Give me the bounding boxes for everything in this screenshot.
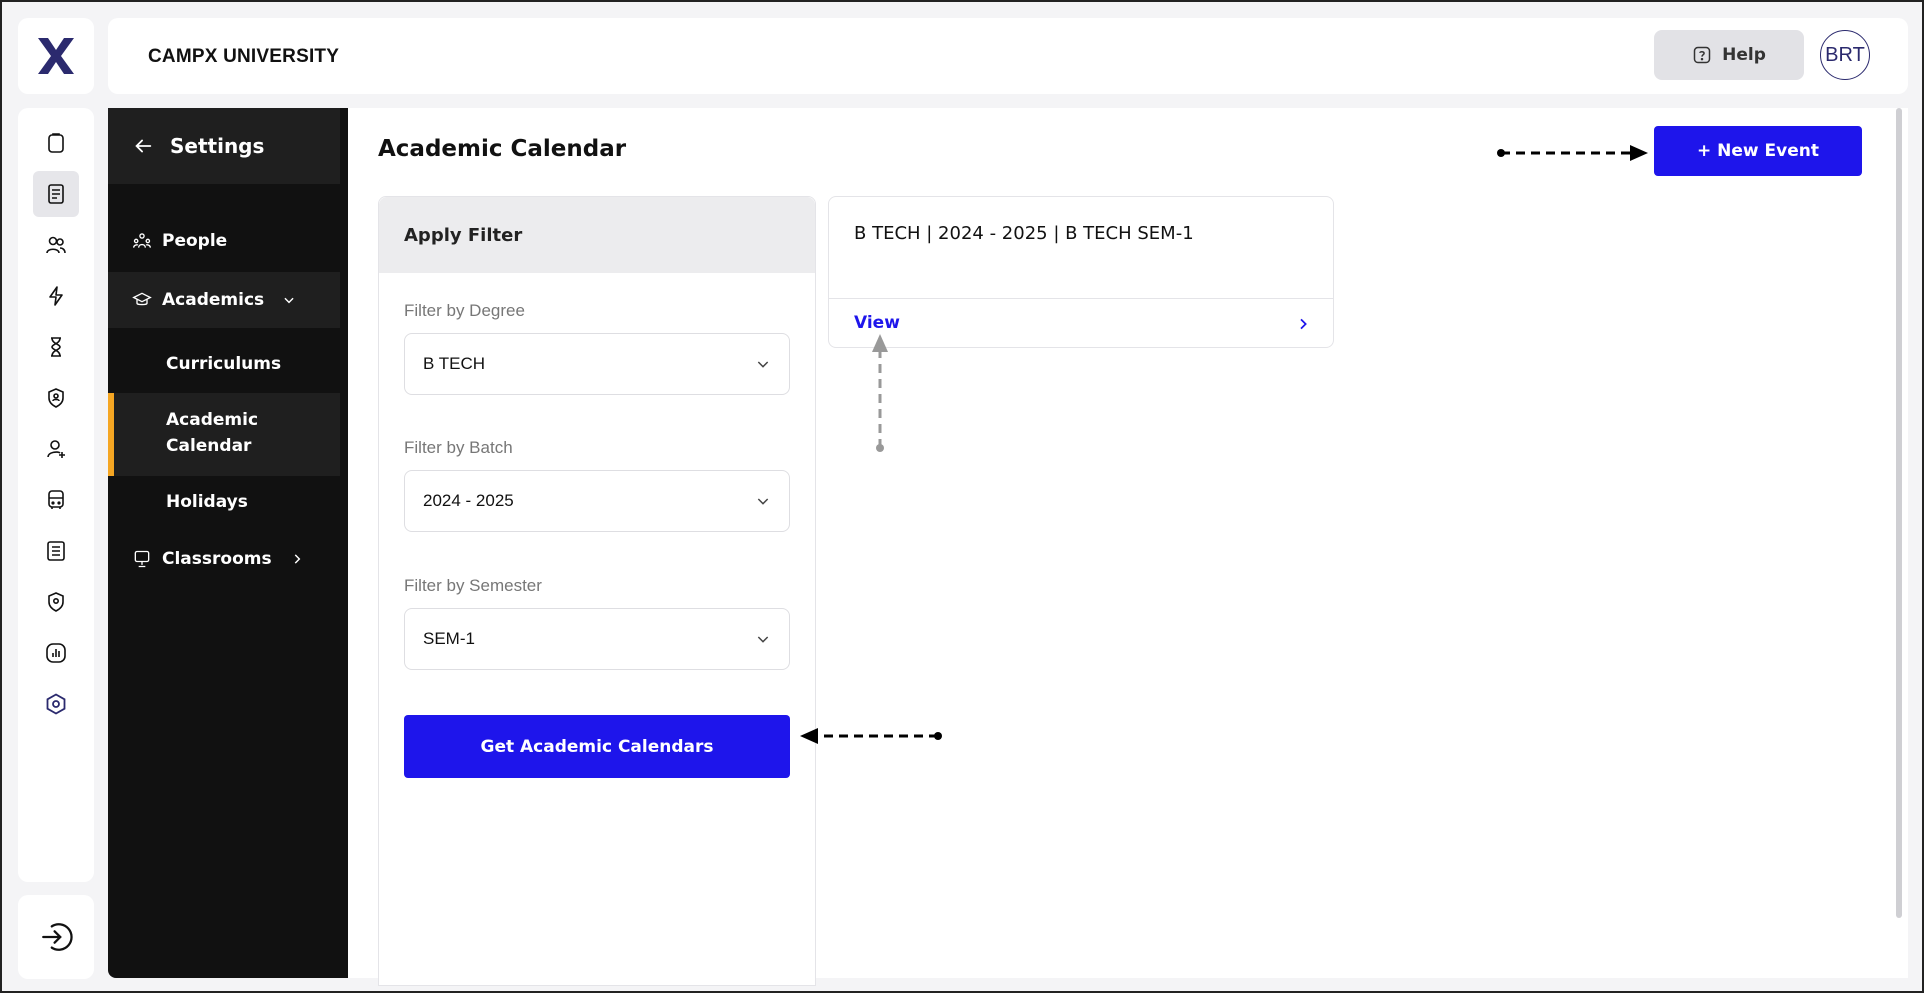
batch-filter-label: Filter by Batch xyxy=(404,438,513,457)
people-icon xyxy=(132,231,152,251)
icon-rail xyxy=(18,108,94,882)
semester-select[interactable]: SEM-1 xyxy=(404,608,790,670)
rail-hourglass-icon[interactable] xyxy=(33,324,79,370)
rail-shield-user-icon[interactable] xyxy=(33,375,79,421)
nav-people-label: People xyxy=(162,231,228,251)
filter-heading: Apply Filter xyxy=(379,197,815,273)
calendar-card-title: B TECH | 2024 - 2025 | B TECH SEM-1 xyxy=(854,223,1194,244)
vertical-scrollbar[interactable] xyxy=(1896,108,1902,918)
chevron-right-icon xyxy=(290,552,304,566)
filter-panel: Apply Filter Filter by Degree B TECH Fil… xyxy=(378,196,816,986)
help-label: Help xyxy=(1722,45,1766,65)
main-content: Academic Calendar + New Event Apply Filt… xyxy=(348,108,1908,986)
settings-sidebar: Settings People Academics Curriculums Ac… xyxy=(108,108,348,978)
settings-back[interactable]: Settings xyxy=(108,108,340,184)
calendar-card: B TECH | 2024 - 2025 | B TECH SEM-1 View xyxy=(828,196,1334,348)
logout-icon xyxy=(42,923,73,951)
campx-logo-icon xyxy=(38,38,74,74)
nav-academic-calendar-label: Academic Calendar xyxy=(166,410,259,456)
top-header: CAMPX UNIVERSITY Help BRT xyxy=(108,18,1908,94)
degree-filter-label: Filter by Degree xyxy=(404,301,525,320)
page-title: Academic Calendar xyxy=(378,136,627,162)
batch-select[interactable]: 2024 - 2025 xyxy=(404,470,790,532)
chevron-right-icon[interactable] xyxy=(1295,316,1311,332)
rail-users-icon[interactable] xyxy=(33,222,79,268)
nav-curriculums[interactable]: Curriculums xyxy=(108,354,340,374)
chevron-down-icon xyxy=(757,636,769,643)
rail-flash-icon[interactable] xyxy=(33,273,79,319)
settings-title: Settings xyxy=(170,134,265,158)
nav-academics[interactable]: Academics xyxy=(108,272,340,328)
chevron-down-icon xyxy=(757,498,769,505)
rail-bus-icon[interactable] xyxy=(33,477,79,523)
help-button[interactable]: Help xyxy=(1654,30,1804,80)
batch-value: 2024 - 2025 xyxy=(423,491,514,510)
presentation-board-icon xyxy=(132,549,152,569)
app-logo[interactable] xyxy=(18,18,94,94)
card-divider xyxy=(829,298,1333,299)
view-link[interactable]: View xyxy=(854,313,900,333)
degree-select[interactable]: B TECH xyxy=(404,333,790,395)
rail-clipboard-icon[interactable] xyxy=(33,120,79,166)
rail-user-add-icon[interactable] xyxy=(33,426,79,472)
nav-academic-calendar[interactable]: Academic Calendar xyxy=(108,393,340,476)
nav-people[interactable]: People xyxy=(108,226,340,256)
semester-value: SEM-1 xyxy=(423,629,475,648)
chevron-down-icon xyxy=(757,361,769,368)
university-name: CAMPX UNIVERSITY xyxy=(148,46,340,67)
arrow-left-icon xyxy=(135,139,152,153)
nav-holidays[interactable]: Holidays xyxy=(108,492,340,512)
nav-classrooms-label: Classrooms xyxy=(162,549,272,569)
rail-settings-icon[interactable] xyxy=(33,681,79,727)
chevron-down-icon xyxy=(282,293,296,307)
help-icon xyxy=(1693,46,1711,64)
user-avatar[interactable]: BRT xyxy=(1820,30,1870,80)
nav-classrooms[interactable]: Classrooms xyxy=(108,544,340,574)
rail-shield-location-icon[interactable] xyxy=(33,579,79,625)
rail-receipt-icon[interactable] xyxy=(33,528,79,574)
rail-chart-icon[interactable] xyxy=(33,630,79,676)
degree-value: B TECH xyxy=(423,354,486,373)
graduation-cap-icon xyxy=(132,290,152,310)
get-academic-calendars-button[interactable]: Get Academic Calendars xyxy=(404,715,790,778)
nav-academics-label: Academics xyxy=(162,290,265,310)
new-event-button[interactable]: + New Event xyxy=(1654,126,1862,176)
rail-document-icon[interactable] xyxy=(33,171,79,217)
logout-button[interactable] xyxy=(18,895,94,979)
semester-filter-label: Filter by Semester xyxy=(404,576,542,595)
